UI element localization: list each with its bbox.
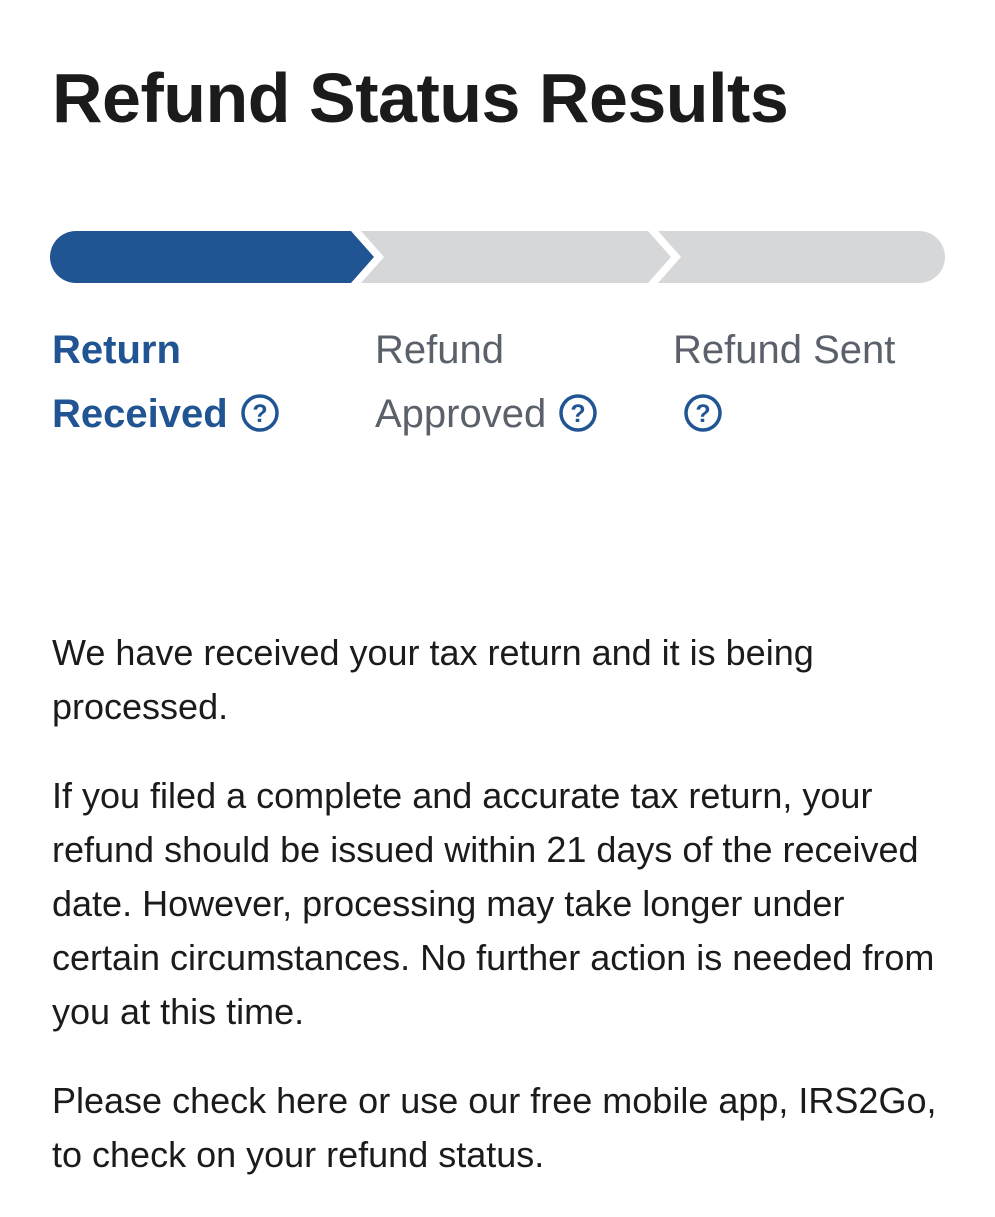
status-paragraph: We have received your tax return and it … <box>52 632 814 727</box>
page-title: Refund Status Results <box>52 59 789 137</box>
progress-segment-refund-approved <box>361 231 671 283</box>
progress-tracker <box>50 231 945 283</box>
progress-segment-refund-sent <box>658 231 945 283</box>
refund-status-page: Refund Status Results Return Received ? <box>0 0 995 1200</box>
status-paragraph: If you filed a complete and accurate tax… <box>52 775 935 1032</box>
question-circle-icon[interactable]: ? <box>558 393 598 433</box>
svg-text:?: ? <box>252 400 267 428</box>
question-circle-icon[interactable]: ? <box>683 393 723 433</box>
step-label: Refund Sent <box>673 328 896 372</box>
status-paragraph: Please check here or use our free mobile… <box>52 1080 937 1175</box>
svg-text:?: ? <box>695 400 710 428</box>
question-circle-icon[interactable]: ? <box>240 393 280 433</box>
step-label: Refund <box>375 328 504 372</box>
step-label: Received <box>52 392 228 436</box>
progress-steps: Return Received ? Refund Approved ? Refu… <box>52 318 952 448</box>
step-label: Approved <box>375 392 547 436</box>
step-refund-sent: Refund Sent ? <box>673 318 973 446</box>
step-return-received: Return Received ? <box>52 318 352 446</box>
step-label: Return <box>52 328 181 372</box>
step-refund-approved: Refund Approved ? <box>375 318 675 446</box>
status-message: We have received your tax return and it … <box>52 626 952 1217</box>
svg-text:?: ? <box>571 400 586 428</box>
progress-bar <box>50 231 945 283</box>
progress-segment-return-received <box>50 231 374 283</box>
